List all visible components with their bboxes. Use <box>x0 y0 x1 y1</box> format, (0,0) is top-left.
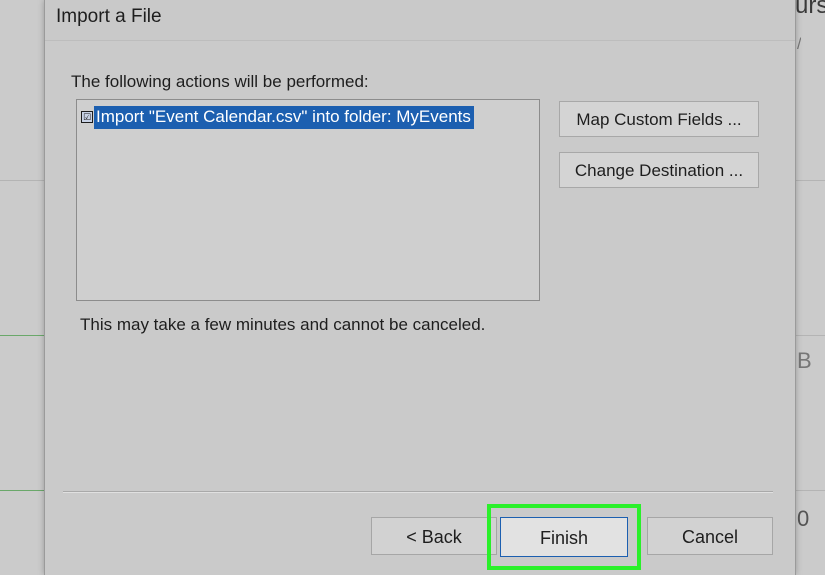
background-divider <box>0 335 44 336</box>
dialog-titlebar[interactable]: Import a File <box>45 0 795 41</box>
actions-list[interactable]: ☑ Import "Event Calendar.csv" into folde… <box>76 99 540 301</box>
background-divider <box>0 180 44 181</box>
dialog-title: Import a File <box>56 6 162 27</box>
list-item[interactable]: ☑ Import "Event Calendar.csv" into folde… <box>81 105 474 129</box>
footer-separator <box>63 491 773 493</box>
background-divider <box>0 490 44 491</box>
background-header-text: urs <box>795 0 825 19</box>
map-custom-fields-button[interactable]: Map Custom Fields ... <box>559 101 759 137</box>
background-fragment: B <box>797 348 812 373</box>
back-button[interactable]: < Back <box>371 517 497 555</box>
change-destination-button[interactable]: Change Destination ... <box>559 152 759 188</box>
background-fragment: 0 <box>797 506 810 531</box>
cancel-button[interactable]: Cancel <box>647 517 773 555</box>
action-item-label[interactable]: Import "Event Calendar.csv" into folder:… <box>94 105 474 129</box>
actions-label: The following actions will be performed: <box>71 72 369 91</box>
screen: urs / B 0 Import a File The following ac… <box>0 0 825 575</box>
finish-button[interactable]: Finish <box>500 517 628 557</box>
duration-note: This may take a few minutes and cannot b… <box>80 315 486 334</box>
background-fragment: / <box>797 36 802 53</box>
background-divider <box>795 180 825 181</box>
dialog-body: The following actions will be performed:… <box>45 41 795 575</box>
background-divider <box>795 335 825 336</box>
background-divider <box>795 490 825 491</box>
action-checkbox[interactable]: ☑ <box>81 111 93 123</box>
import-file-dialog: Import a File The following actions will… <box>44 0 796 575</box>
